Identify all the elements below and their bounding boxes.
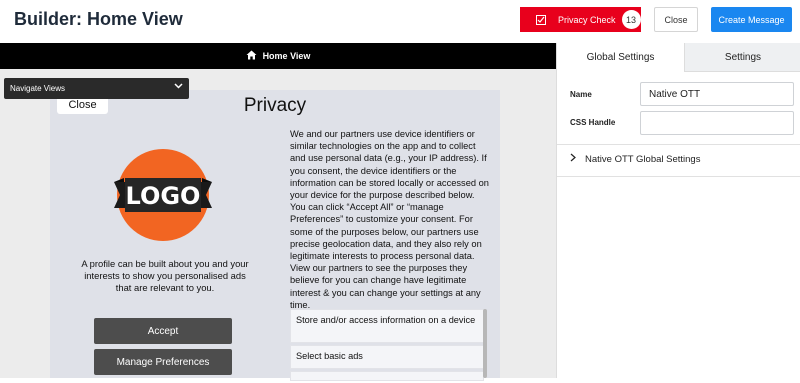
name-label: Name [570, 90, 592, 99]
purposes-scrollbar[interactable] [483, 309, 487, 378]
view-bar: Home View [0, 43, 556, 69]
tab-global-settings[interactable]: Global Settings [557, 43, 684, 72]
divider [557, 176, 800, 177]
view-bar-label: Home View [262, 51, 311, 61]
css-handle-field[interactable] [640, 111, 794, 135]
purpose-item[interactable]: Store and/or access information on a dev… [290, 309, 484, 343]
privacy-panel: Close Privacy LOGO A profile can be buil… [50, 90, 500, 381]
purposes-list: Store and/or access information on a dev… [290, 309, 484, 383]
home-icon [246, 50, 257, 63]
accept-button[interactable]: Accept [94, 318, 232, 344]
navigate-views-label: Navigate Views [10, 84, 65, 93]
tab-settings[interactable]: Settings [684, 43, 800, 72]
privacy-check-button[interactable]: Privacy Check 13 [520, 7, 641, 32]
page-title: Builder: Home View [14, 9, 183, 29]
privacy-check-label: Privacy Check [558, 14, 616, 25]
navigate-views-dropdown[interactable]: Navigate Views [4, 78, 189, 99]
purpose-item[interactable] [290, 371, 484, 381]
create-message-button[interactable]: Create Message [711, 7, 792, 32]
settings-sidebar: Global Settings Settings Name Native OTT… [556, 43, 800, 378]
logo-text: LOGO [126, 182, 201, 210]
divider [557, 144, 800, 145]
profile-text: A profile can be built about you and you… [81, 258, 249, 293]
name-field[interactable]: Native OTT [640, 82, 794, 106]
checkbox-icon [536, 14, 546, 25]
privacy-check-count-badge: 13 [621, 10, 641, 29]
chevron-right-icon [570, 153, 576, 165]
privacy-body-text: We and our partners use device identifie… [290, 129, 489, 310]
css-handle-label: CSS Handle [570, 118, 616, 127]
preview-canvas: Home View Close Privacy LOGO A profile c… [0, 43, 556, 381]
chevron-down-icon [174, 81, 183, 93]
manage-preferences-button[interactable]: Manage Preferences [94, 349, 232, 375]
ott-global-settings-toggle[interactable]: Native OTT Global Settings [570, 153, 700, 165]
purpose-item[interactable]: Select basic ads [290, 345, 484, 369]
close-button[interactable]: Close [654, 7, 698, 32]
header: Builder: Home View Privacy Check 13 Clos… [0, 0, 800, 43]
logo-icon: LOGO [114, 149, 212, 241]
ott-global-settings-label: Native OTT Global Settings [585, 153, 701, 165]
